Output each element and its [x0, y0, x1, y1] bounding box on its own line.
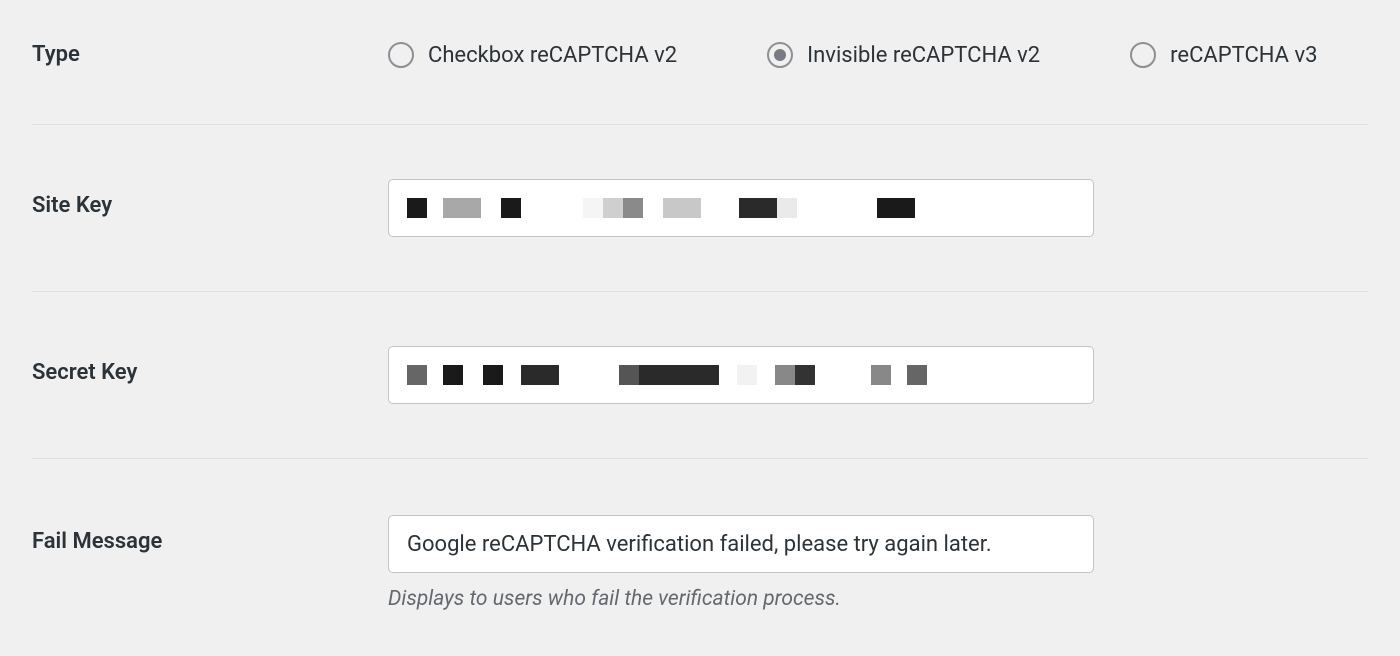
redacted-value [407, 180, 915, 236]
redacted-value [407, 347, 927, 403]
type-label: Type [32, 42, 388, 67]
fail-message-label: Fail Message [32, 515, 388, 554]
type-row: Type Checkbox reCAPTCHA v2 Invisible reC… [32, 20, 1368, 125]
fail-message-field[interactable] [407, 532, 1075, 557]
secret-key-content [388, 346, 1368, 404]
secret-key-row: Secret Key [32, 292, 1368, 459]
site-key-input[interactable] [388, 179, 1094, 237]
site-key-content [388, 179, 1368, 237]
radio-v3[interactable]: reCAPTCHA v3 [1130, 42, 1317, 68]
radio-icon [388, 42, 414, 68]
fail-message-help: Displays to users who fail the verificat… [388, 587, 1368, 611]
radio-icon [1130, 42, 1156, 68]
radio-icon [767, 42, 793, 68]
radio-label: Invisible reCAPTCHA v2 [807, 43, 1040, 68]
fail-message-input[interactable] [388, 515, 1094, 573]
radio-invisible-v2[interactable]: Invisible reCAPTCHA v2 [767, 42, 1040, 68]
site-key-row: Site Key [32, 125, 1368, 292]
type-radio-group: Checkbox reCAPTCHA v2 Invisible reCAPTCH… [388, 42, 1368, 68]
radio-label: Checkbox reCAPTCHA v2 [428, 43, 677, 68]
secret-key-input[interactable] [388, 346, 1094, 404]
radio-label: reCAPTCHA v3 [1170, 43, 1317, 68]
fail-message-content: Displays to users who fail the verificat… [388, 515, 1368, 611]
site-key-label: Site Key [32, 179, 388, 218]
radio-checkbox-v2[interactable]: Checkbox reCAPTCHA v2 [388, 42, 677, 68]
fail-message-row: Fail Message Displays to users who fail … [32, 459, 1368, 631]
recaptcha-settings-form: Type Checkbox reCAPTCHA v2 Invisible reC… [0, 0, 1400, 631]
secret-key-label: Secret Key [32, 346, 388, 385]
type-content: Checkbox reCAPTCHA v2 Invisible reCAPTCH… [388, 42, 1368, 68]
